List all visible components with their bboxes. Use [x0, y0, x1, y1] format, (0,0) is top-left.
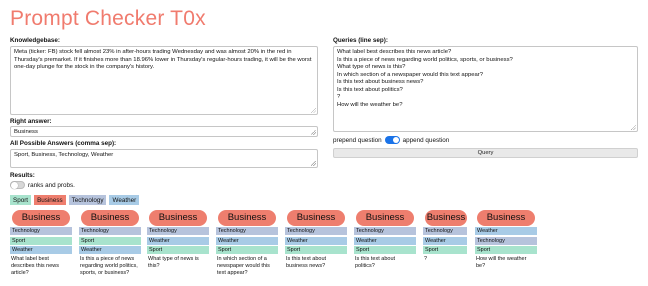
results-label: Results:: [10, 172, 35, 179]
query-line: What label best describes this news arti…: [337, 49, 452, 55]
result-card: Business Technology Sport Weather Is thi…: [79, 210, 141, 276]
rank-row: Weather: [147, 236, 209, 245]
rank-row: Technology: [147, 227, 209, 236]
rank-row: Sport: [216, 246, 278, 255]
rank-row: Technology: [216, 227, 278, 236]
resize-handle-icon[interactable]: [631, 125, 636, 130]
card-question: ?: [424, 256, 428, 263]
rank-row: Technology: [475, 236, 537, 245]
card-question: Is this text about business news?: [286, 256, 327, 270]
query-line: In which section of a newspaper would th…: [337, 71, 484, 78]
legend-chip-business: Business: [34, 195, 66, 205]
rank-row: Weather: [79, 246, 141, 255]
result-card: Business Technology Sport Weather What l…: [10, 210, 72, 276]
rank-row: Technology: [423, 227, 467, 236]
rank-row: Technology: [285, 227, 347, 236]
append-question-label: append question: [402, 136, 450, 144]
top-prediction: Business: [425, 210, 467, 226]
query-line: Is this text about politics?: [337, 86, 403, 93]
ranks-switch[interactable]: [10, 181, 25, 189]
rank-row: Weather: [354, 236, 416, 245]
legend-chip-technology: Technology: [68, 195, 107, 205]
knowledgebase-label: Knowledgebase:: [10, 37, 61, 44]
resize-handle-icon[interactable]: [311, 161, 316, 166]
card-question: Is this text about politics?: [355, 256, 396, 270]
prepend-append-row: prepend question append question: [333, 136, 449, 144]
card-question: What type of news is this?: [148, 256, 199, 270]
top-prediction: Business: [81, 210, 139, 226]
legend-chip-sport: Sport: [10, 195, 32, 205]
right-answer-value: Business: [14, 128, 38, 135]
result-card: Business Technology Weather Sport In whi…: [216, 210, 278, 276]
query-line: ?: [337, 94, 341, 100]
result-card: Business Weather Technology Sport How wi…: [475, 210, 537, 270]
query-line: How will the weather be?: [337, 101, 403, 108]
top-prediction: Business: [356, 210, 414, 226]
card-question: How will the weather be?: [476, 256, 527, 270]
possible-answers-label: All Possible Answers (comma sep):: [10, 140, 117, 147]
rank-row: Technology: [10, 227, 72, 236]
app-title: Prompt Checker T0x: [10, 7, 206, 30]
legend: Sport Business Technology Weather: [10, 195, 140, 205]
resize-handle-icon[interactable]: [311, 108, 316, 113]
rank-row: Technology: [79, 227, 141, 236]
top-prediction: Business: [287, 210, 345, 226]
result-card: Business Technology Weather Sport Is thi…: [285, 210, 347, 270]
rank-row: Sport: [475, 246, 537, 255]
top-prediction: Business: [218, 210, 276, 226]
result-card: Business Technology Weather Sport What t…: [147, 210, 209, 270]
query-line: Is this a piece of news regarding world …: [337, 56, 513, 63]
rank-row: Technology: [354, 227, 416, 236]
result-card: Business Technology Weather Sport Is thi…: [354, 210, 416, 270]
legend-chip-weather: Weather: [109, 195, 140, 205]
query-line: What type of news is this?: [337, 64, 406, 70]
rank-row: Sport: [285, 246, 347, 255]
card-question: In which section of a newspaper would th…: [217, 256, 270, 276]
rank-row: Weather: [285, 236, 347, 245]
top-prediction: Business: [12, 210, 70, 226]
rank-row: Weather: [475, 227, 537, 236]
switch-knob: [392, 137, 399, 143]
possible-answers-value: Sport, Business, Technology, Weather: [14, 152, 114, 158]
card-question: Is this a piece of news regarding world …: [80, 256, 138, 276]
rank-row: Sport: [10, 236, 72, 245]
query-line: Is this text about business news?: [337, 79, 424, 85]
rank-row: Sport: [79, 236, 141, 245]
possible-answers-input[interactable]: Sport, Business, Technology, Weather: [10, 149, 318, 168]
rank-row: Weather: [216, 236, 278, 245]
right-answer-input[interactable]: Business: [10, 126, 318, 137]
rank-row: Sport: [147, 246, 209, 255]
prepend-question-label: prepend question: [333, 136, 382, 144]
queries-textarea[interactable]: What label best describes this news arti…: [333, 46, 638, 132]
right-answer-label: Right answer:: [10, 118, 52, 125]
top-prediction: Business: [477, 210, 535, 226]
result-card: Business Technology Weather Sport ?: [423, 210, 467, 263]
resize-handle-icon[interactable]: [311, 130, 316, 135]
knowledgebase-textarea[interactable]: Meta (ticker: FB) stock fell almost 23% …: [10, 46, 318, 115]
ranks-toggle-row: ranks and probs.: [10, 181, 75, 189]
card-question: What label best describes this news arti…: [11, 256, 59, 276]
prepend-append-switch[interactable]: [384, 136, 400, 144]
switch-knob: [11, 182, 18, 189]
queries-label: Queries (line sep):: [333, 37, 388, 44]
knowledgebase-text: Meta (ticker: FB) stock fell almost 23% …: [14, 49, 312, 70]
rank-row: Sport: [423, 246, 467, 255]
query-button[interactable]: Query: [333, 148, 638, 158]
rank-row: Weather: [423, 236, 467, 245]
rank-row: Sport: [354, 246, 416, 255]
ranks-label: ranks and probs.: [28, 181, 75, 189]
top-prediction: Business: [149, 210, 207, 226]
rank-row: Weather: [10, 246, 72, 255]
